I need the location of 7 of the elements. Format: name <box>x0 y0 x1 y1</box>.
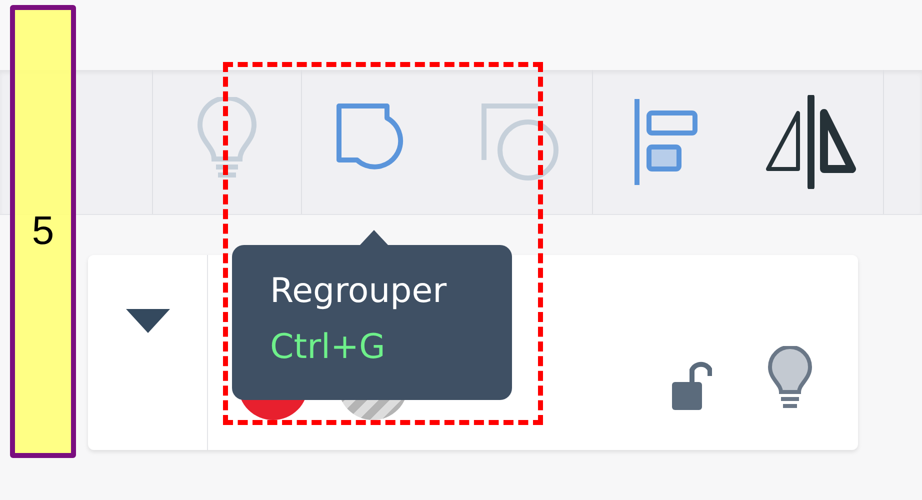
step-label: 5 <box>10 5 76 458</box>
align-left-icon <box>632 97 698 187</box>
tooltip-title: Regrouper <box>270 270 448 313</box>
keyboard-shortcut: Ctrl+G <box>270 326 386 369</box>
caret-down-icon[interactable] <box>124 307 172 335</box>
flip-horizontal-icon <box>764 95 858 189</box>
ungroup-shape-icon <box>480 102 560 182</box>
